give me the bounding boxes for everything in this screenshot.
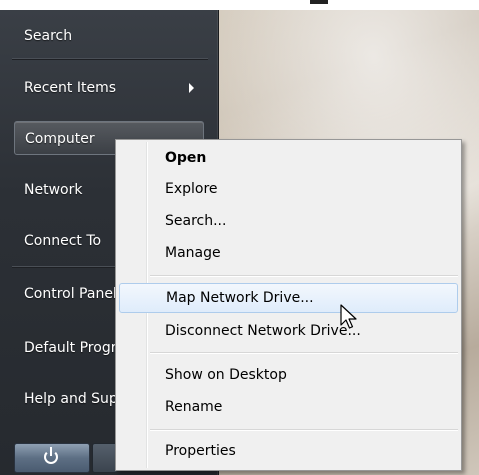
top-strip-mark [310, 0, 328, 4]
computer-context-menu: Open Explore Search... Manage Map Networ… [115, 139, 462, 471]
menu-item-label: Manage [165, 245, 221, 261]
menu-item-show-on-desktop[interactable]: Show on Desktop [119, 360, 458, 390]
menu-item-open[interactable]: Open [119, 143, 458, 173]
menu-item-label: Disconnect Network Drive... [165, 323, 361, 339]
menu-item-label: Show on Desktop [165, 367, 287, 383]
menu-item-manage[interactable]: Manage [119, 238, 458, 268]
menu-separator [150, 275, 458, 276]
menu-item-label: Map Network Drive... [166, 290, 314, 306]
start-item-search[interactable]: Search [14, 19, 204, 53]
start-menu-separator [12, 58, 208, 59]
menu-separator [150, 352, 458, 353]
menu-item-properties[interactable]: Properties [119, 436, 458, 466]
menu-item-label: Open [165, 150, 207, 166]
menu-item-label: Search... [165, 213, 227, 229]
menu-item-label: Explore [165, 181, 218, 197]
power-icon [44, 447, 58, 464]
start-item-label: Recent Items [24, 80, 116, 96]
window-top-strip [0, 0, 479, 10]
start-item-label: Network [24, 182, 83, 198]
start-item-label: Control Panel [24, 286, 117, 302]
start-item-label: Computer [25, 131, 95, 147]
menu-item-explore[interactable]: Explore [119, 174, 458, 204]
menu-item-label: Rename [165, 399, 223, 415]
menu-item-search[interactable]: Search... [119, 206, 458, 236]
triangle-right-icon [189, 83, 194, 93]
power-button[interactable] [14, 443, 90, 473]
menu-separator [150, 429, 458, 430]
menu-item-label: Properties [165, 443, 236, 459]
start-item-recent-items[interactable]: Recent Items [14, 71, 204, 105]
start-item-label: Search [24, 28, 73, 44]
arrow-cursor-icon [340, 304, 357, 329]
menu-item-map-network-drive[interactable]: Map Network Drive... [119, 283, 458, 313]
start-item-label: Connect To [24, 233, 102, 249]
menu-item-disconnect-network-drive[interactable]: Disconnect Network Drive... [119, 316, 458, 346]
menu-item-rename[interactable]: Rename [119, 392, 458, 422]
